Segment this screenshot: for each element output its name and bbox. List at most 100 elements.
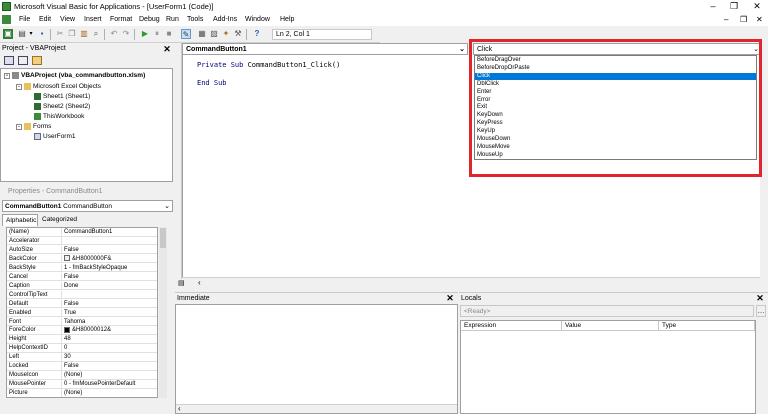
- tree-forms[interactable]: - Forms: [16, 123, 51, 130]
- view-code-icon[interactable]: [4, 56, 14, 65]
- menu-window[interactable]: Window: [245, 16, 270, 23]
- reset-icon[interactable]: ■: [164, 29, 174, 39]
- call-stack-button[interactable]: …: [756, 305, 766, 317]
- property-row[interactable]: Accelerator: [7, 236, 157, 246]
- property-row[interactable]: Caption Done: [7, 281, 157, 291]
- property-row[interactable]: Locked False: [7, 362, 157, 371]
- property-value[interactable]: (None): [61, 371, 82, 380]
- menu-debug[interactable]: Debug: [139, 16, 160, 23]
- excel-icon[interactable]: [2, 15, 11, 24]
- property-row[interactable]: AutoSize False: [7, 245, 157, 255]
- view-excel-icon[interactable]: ▣: [3, 29, 13, 39]
- menu-view[interactable]: View: [60, 16, 75, 23]
- toggle-folders-icon[interactable]: [32, 56, 42, 65]
- property-value[interactable]: [61, 290, 64, 299]
- property-value[interactable]: True: [61, 308, 76, 317]
- code-margin[interactable]: [175, 43, 182, 279]
- copy-icon[interactable]: ❐: [67, 29, 77, 39]
- procedure-view-icon[interactable]: ▤: [178, 279, 185, 287]
- object-browser-icon[interactable]: ✦: [221, 29, 231, 39]
- properties-scrollbar[interactable]: [159, 227, 167, 398]
- mdi-minimize-button[interactable]: –: [724, 15, 728, 24]
- scroll-left-icon[interactable]: ‹: [198, 278, 201, 287]
- properties-window-icon[interactable]: ▧: [209, 29, 219, 39]
- property-value[interactable]: [61, 236, 64, 245]
- property-row[interactable]: Enabled True: [7, 308, 157, 318]
- col-expression[interactable]: Expression: [461, 321, 562, 331]
- collapse-icon[interactable]: -: [16, 123, 22, 130]
- property-value[interactable]: Done: [61, 281, 78, 290]
- maximize-button[interactable]: ❐: [727, 1, 741, 12]
- property-row[interactable]: ControlTipText: [7, 290, 157, 300]
- property-row[interactable]: BackColor &H8000000F&: [7, 254, 157, 264]
- property-row[interactable]: HelpContextID 0: [7, 344, 157, 353]
- property-row[interactable]: Cancel False: [7, 272, 157, 282]
- property-row[interactable]: ForeColor &H80000012&: [7, 326, 157, 335]
- property-value[interactable]: False: [61, 362, 79, 371]
- project-close-icon[interactable]: ✕: [162, 44, 172, 54]
- property-value[interactable]: 30: [61, 353, 71, 362]
- menu-format[interactable]: Format: [110, 16, 132, 23]
- property-value[interactable]: (None): [61, 389, 82, 397]
- undo-icon[interactable]: ↶: [109, 29, 119, 39]
- property-value[interactable]: &H80000012&: [61, 326, 111, 335]
- properties-object-select[interactable]: CommandButton1 CommandButton ⌄: [2, 200, 173, 212]
- tree-excel-objects[interactable]: - Microsoft Excel Objects: [16, 83, 101, 90]
- property-value[interactable]: Tahoma: [61, 317, 85, 326]
- property-row[interactable]: BackStyle 1 - fmBackStyleOpaque: [7, 263, 157, 273]
- property-row[interactable]: MouseIcon (None): [7, 371, 157, 380]
- property-value[interactable]: CommandButton1: [61, 228, 112, 236]
- tab-categorized[interactable]: Categorized: [39, 214, 81, 226]
- property-value[interactable]: False: [61, 272, 79, 281]
- menu-addins[interactable]: Add-Ins: [213, 16, 237, 23]
- mdi-restore-button[interactable]: ❐: [740, 15, 747, 24]
- property-value[interactable]: 0 - fmMousePointerDefault: [61, 380, 135, 389]
- menu-file[interactable]: File: [19, 16, 30, 23]
- collapse-icon[interactable]: -: [4, 72, 10, 79]
- col-type[interactable]: Type: [659, 321, 755, 331]
- property-row[interactable]: MousePointer 0 - fmMousePointerDefault: [7, 380, 157, 389]
- col-value[interactable]: Value: [562, 321, 659, 331]
- project-explorer-icon[interactable]: ▦: [197, 29, 207, 39]
- dropdown-arrow-icon[interactable]: ▾: [26, 29, 36, 39]
- code-horizontal-scrollbar[interactable]: ▤ ‹: [178, 277, 760, 287]
- property-row[interactable]: (Name) CommandButton1: [7, 228, 157, 237]
- property-value[interactable]: 48: [61, 335, 71, 344]
- run-icon[interactable]: ▶: [140, 29, 150, 39]
- tree-userform1[interactable]: UserForm1: [34, 133, 76, 140]
- menu-edit[interactable]: Edit: [39, 16, 51, 23]
- save-icon[interactable]: ▪: [37, 29, 47, 39]
- find-icon[interactable]: ⌕: [91, 29, 101, 39]
- menu-tools[interactable]: Tools: [187, 16, 203, 23]
- scroll-thumb[interactable]: [160, 228, 166, 248]
- locals-close-icon[interactable]: ✕: [755, 293, 765, 303]
- tree-thisworkbook[interactable]: ThisWorkbook: [34, 113, 84, 120]
- help-icon[interactable]: ?: [252, 29, 262, 39]
- tab-alphabetic[interactable]: Alphabetic: [2, 214, 38, 226]
- collapse-icon[interactable]: -: [16, 83, 22, 90]
- immediate-close-icon[interactable]: ✕: [445, 293, 455, 303]
- redo-icon[interactable]: ↷: [121, 29, 131, 39]
- menu-run[interactable]: Run: [166, 16, 179, 23]
- menu-help[interactable]: Help: [280, 16, 294, 23]
- toolbox-icon[interactable]: ⚒: [233, 29, 243, 39]
- property-row[interactable]: Font Tahoma: [7, 317, 157, 326]
- property-value[interactable]: &H8000000F&: [61, 254, 111, 263]
- design-mode-icon[interactable]: ✎: [181, 29, 191, 39]
- view-object-icon[interactable]: [18, 56, 28, 65]
- scroll-left-icon[interactable]: ‹: [178, 404, 181, 413]
- minimize-button[interactable]: –: [706, 1, 720, 12]
- object-select[interactable]: CommandButton1 ⌄: [182, 43, 468, 55]
- property-row[interactable]: Left 30: [7, 353, 157, 362]
- immediate-window[interactable]: ‹: [175, 304, 458, 414]
- mdi-close-button[interactable]: ✕: [756, 15, 763, 24]
- tree-sheet2[interactable]: Sheet2 (Sheet2): [34, 103, 90, 110]
- break-icon[interactable]: ⏸: [152, 29, 162, 39]
- cut-icon[interactable]: ✂: [55, 29, 65, 39]
- property-value[interactable]: False: [61, 299, 79, 308]
- property-value[interactable]: 1 - fmBackStyleOpaque: [61, 263, 127, 272]
- tree-root[interactable]: - VBAProject (vba_commandbutton.xlsm): [4, 72, 145, 79]
- paste-icon[interactable]: ▥: [79, 29, 89, 39]
- menu-insert[interactable]: Insert: [84, 16, 102, 23]
- property-row[interactable]: Picture (None): [7, 389, 157, 397]
